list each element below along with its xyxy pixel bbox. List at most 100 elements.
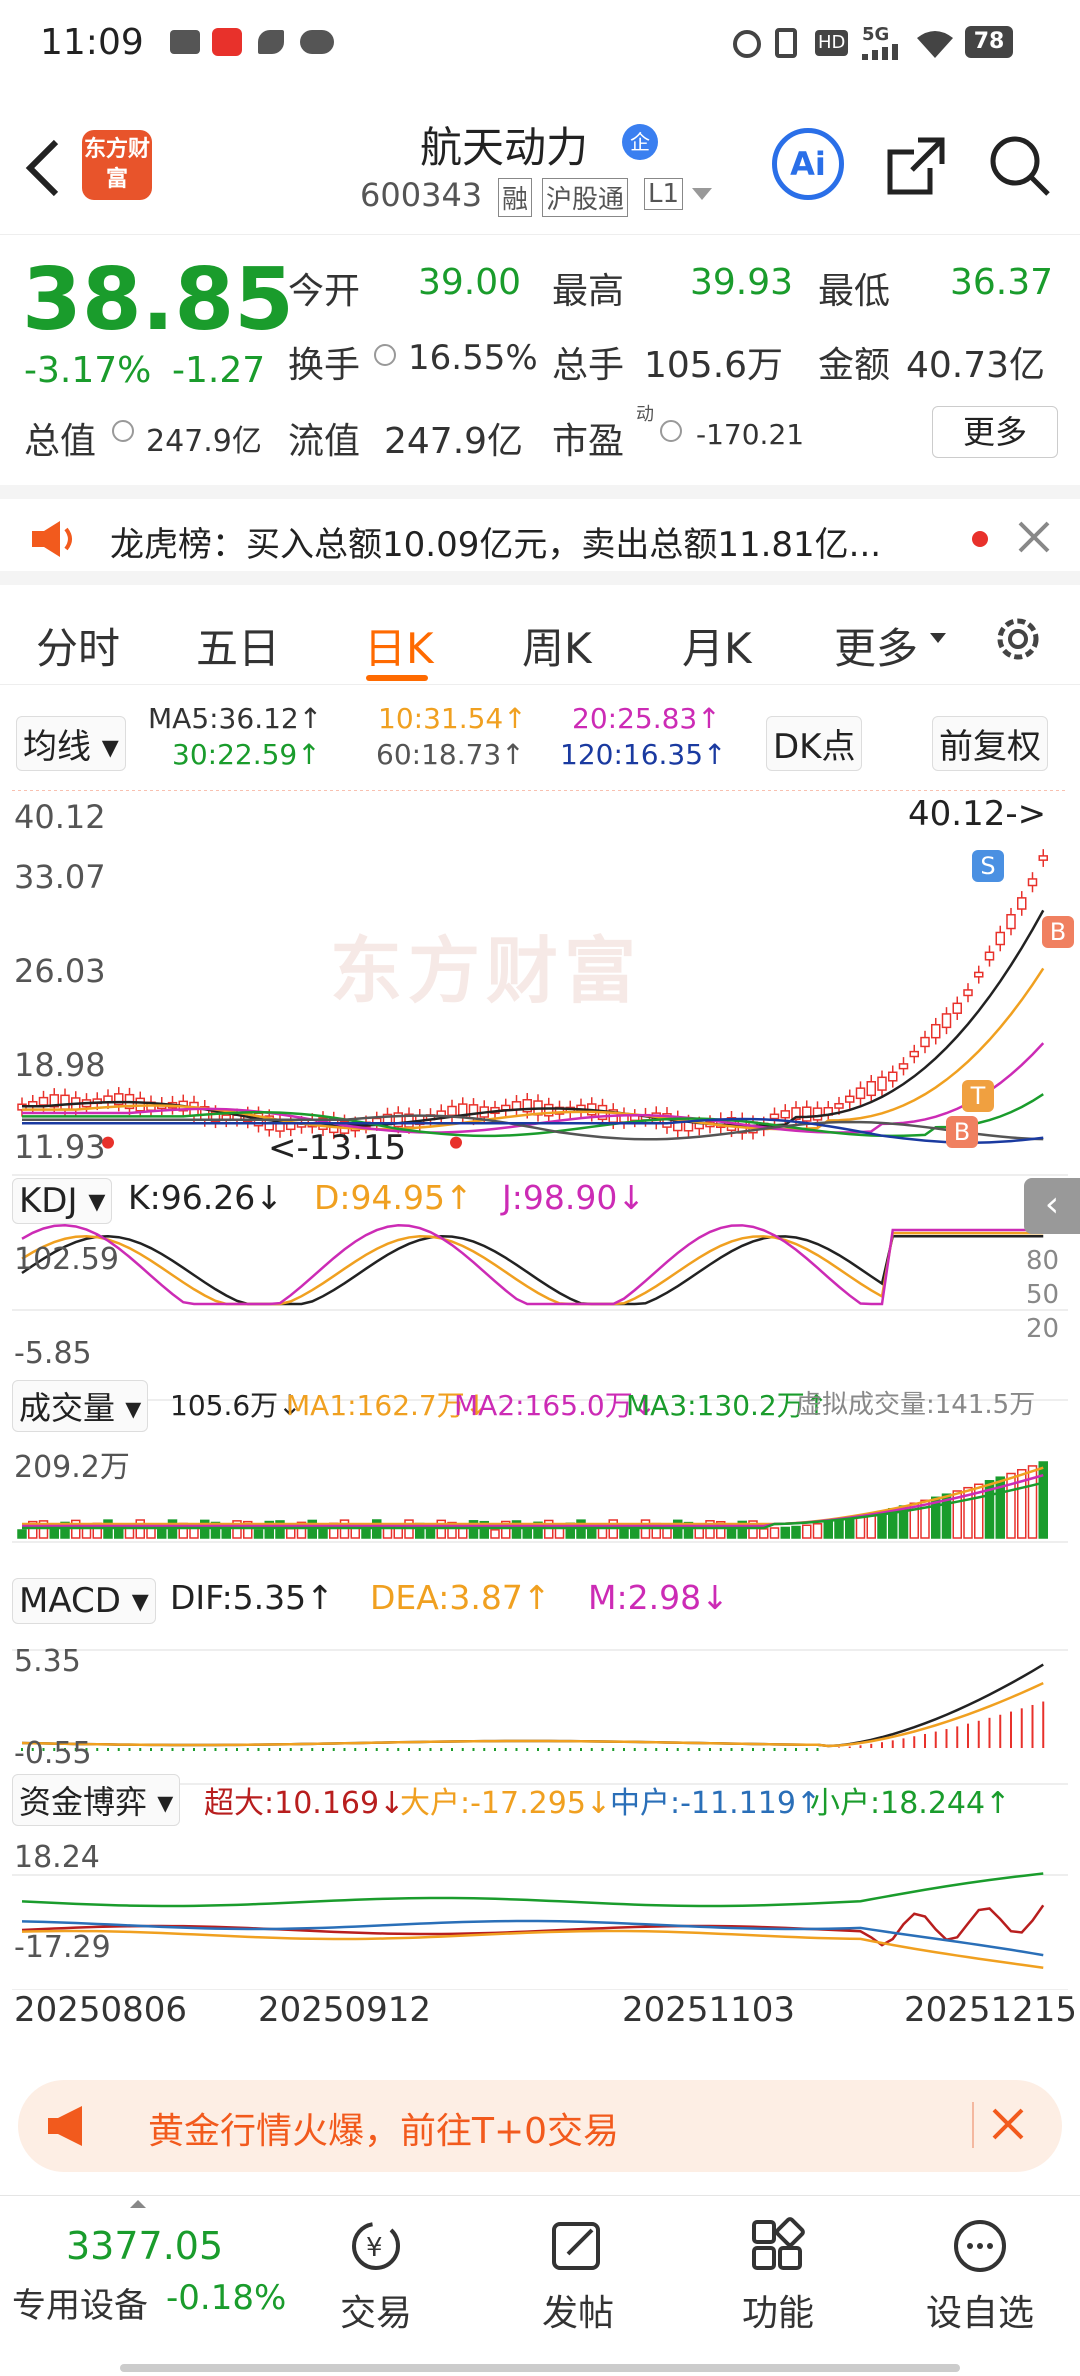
speaker-icon (28, 519, 80, 563)
index-value-text: 3377.05 (66, 2224, 224, 2268)
sector-change-text: -0.18% (166, 2278, 287, 2318)
info-icon[interactable] (660, 420, 682, 442)
fund-super: 超大:10.169↓ (204, 1786, 405, 1821)
buy-signal-badge[interactable]: B (1042, 916, 1074, 948)
amount: 40.73亿 (906, 345, 1046, 386)
nav-functions-label: 功能 (741, 2293, 814, 2334)
tag-level: L1 (644, 178, 684, 210)
high-price: 39.93 (690, 262, 794, 303)
sector-name: 专用设备 (12, 2286, 148, 2326)
ma-selector-label: 均线 (23, 727, 91, 767)
kdj-j: J:98.90↓ (502, 1178, 645, 1217)
volume-selector[interactable]: 成交量 ▾ (12, 1380, 149, 1432)
nav-watchlist[interactable]: 设自选 (910, 2216, 1050, 2336)
kdj-level-80: 80 (1026, 1246, 1060, 1276)
more-button[interactable]: 更多 (932, 406, 1058, 458)
macd-selector-label: MACD (19, 1581, 121, 1621)
kdj-y-top: 102.59 (14, 1242, 119, 1277)
kline-chart-area[interactable]: 均线 ▾ MA5:36.12↑ 10:31.54↑ 20:25.83↑ 30:2… (0, 690, 1080, 2060)
tab-weekly-k[interactable]: 周K (522, 615, 592, 676)
tag-connect: 沪股通 (542, 178, 629, 217)
chevron-down-icon[interactable] (692, 188, 712, 200)
open-label: 今开 (288, 271, 361, 312)
nav-trade-label: 交易 (339, 2293, 412, 2334)
date-label: 20250912 (258, 1990, 432, 2030)
float-mv: 247.9亿 (384, 421, 524, 462)
kdj-y-bottom: -5.85 (14, 1336, 92, 1371)
t-signal-badge[interactable]: T (962, 1080, 994, 1112)
kdj-k: K:96.26↓ (128, 1178, 283, 1217)
tab-monthly-k[interactable]: 月K (682, 615, 752, 676)
date-label: 20251215 (904, 1990, 1078, 2030)
stock-header: 东方财富 航天动力 企 600343 融 沪股通 L1 Ai (0, 110, 1080, 235)
bottom-navigation: 3377.05 专用设备 -0.18% ¥ 交易 发帖 功能 设自选 (0, 2195, 1080, 2376)
vivo-icon (170, 30, 200, 54)
period-tabs: 分时 五日 日K 周K 月K 更多 (0, 585, 1080, 685)
tab-intraday[interactable]: 分时 (36, 615, 120, 676)
info-icon[interactable] (374, 344, 396, 366)
adjust-button[interactable]: 前复权 (932, 716, 1048, 771)
home-indicator (120, 2364, 960, 2372)
turnover: 16.55% (408, 338, 538, 378)
network-type: 5G (862, 24, 890, 45)
tab-more[interactable]: 更多 (834, 615, 918, 676)
pe-label: 市盈 (552, 421, 625, 462)
fund-mid: 中户:-11.119↑ (610, 1786, 822, 1821)
collapse-panel-icon[interactable]: ‹ (1024, 1178, 1080, 1234)
share-icon[interactable] (884, 134, 948, 202)
tab-daily-k[interactable]: 日K (364, 615, 434, 676)
vibrate-icon (775, 28, 797, 58)
volume-value: 105.6万↓ (170, 1389, 302, 1422)
kline-y-3: 26.03 (14, 952, 106, 990)
tab-five-day[interactable]: 五日 (196, 615, 280, 676)
date-label: 20251103 (622, 1990, 796, 2030)
pe-ratio: -170.21 (696, 418, 805, 451)
nav-post-label: 发帖 (541, 2293, 614, 2334)
ma60-value: 60:18.73↑ (376, 738, 525, 771)
nav-functions[interactable]: 功能 (708, 2216, 848, 2336)
gear-icon[interactable] (990, 611, 1046, 671)
nav-watchlist-label: 设自选 (925, 2293, 1034, 2334)
pe-superscript: 动 (636, 404, 654, 425)
app-logo[interactable]: 东方财富 (82, 130, 152, 200)
ma-selector[interactable]: 均线 ▾ (16, 716, 126, 771)
nav-post[interactable]: 发帖 (508, 2216, 648, 2336)
battery-level: 78 (965, 26, 1013, 58)
promo-text: 黄金行情火爆，前往T+0交易 (148, 2111, 620, 2152)
kline-y-4: 18.98 (14, 1046, 106, 1084)
fund-small: 小户:18.244↑ (810, 1786, 1011, 1821)
info-icon[interactable] (112, 420, 134, 442)
active-tab-indicator (366, 675, 428, 681)
macd-dif: DIF:5.35↑ (170, 1578, 334, 1617)
back-button[interactable] (22, 138, 62, 202)
search-icon[interactable] (988, 134, 1052, 202)
kline-y-2: 33.07 (14, 858, 106, 896)
buy-signal-badge[interactable]: B (946, 1116, 978, 1148)
dragon-tiger-notice[interactable]: 龙虎榜：买入总额10.09亿元，卖出总额11.81亿... (0, 485, 1080, 585)
promo-banner[interactable]: 黄金行情火爆，前往T+0交易 (18, 2080, 1062, 2172)
nav-trade[interactable]: ¥ 交易 (306, 2216, 446, 2336)
dk-point-button[interactable]: DK点 (766, 716, 863, 771)
close-icon[interactable] (990, 2106, 1026, 2146)
wechat-icon (300, 30, 334, 54)
last-price: 38.85 (22, 250, 295, 350)
fund-y-top: 18.24 (14, 1840, 100, 1875)
ai-button[interactable]: Ai (772, 128, 844, 200)
volume-label: 总手 (552, 345, 625, 386)
close-icon[interactable] (1016, 519, 1052, 559)
sell-signal-badge[interactable]: S (972, 850, 1004, 882)
kdj-d: D:94.95↑ (314, 1178, 473, 1217)
hd-icon: HD (815, 30, 849, 56)
macd-selector[interactable]: MACD ▾ (12, 1578, 156, 1624)
high-label: 最高 (552, 271, 625, 312)
kdj-selector[interactable]: KDJ ▾ (12, 1178, 113, 1224)
index-value[interactable]: 3377.05 (66, 2224, 223, 2268)
macd-m: M:2.98↓ (588, 1578, 729, 1617)
fund-selector[interactable]: 资金博弈 ▾ (12, 1774, 181, 1826)
ma10-value: 10:31.54↑ (378, 702, 527, 735)
volume-selector-label: 成交量 (19, 1389, 116, 1427)
chevron-up-icon[interactable] (130, 2200, 146, 2208)
kdj-selector-label: KDJ (19, 1181, 78, 1221)
low-price: 36.37 (950, 262, 1054, 303)
fund-large: 大户:-17.295↓ (400, 1786, 612, 1821)
